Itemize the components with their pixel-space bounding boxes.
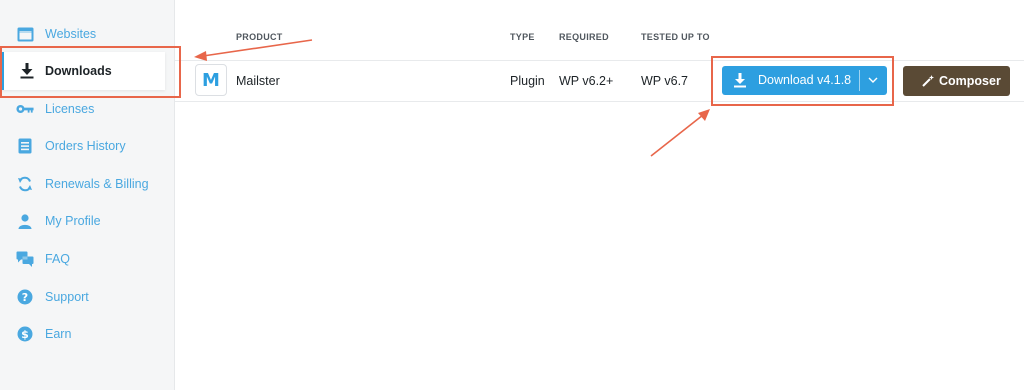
svg-text:$: $ [21, 328, 29, 341]
sidebar-item-faq[interactable]: FAQ [0, 241, 175, 277]
sidebar-item-label: Support [45, 290, 89, 304]
sidebar-item-label: Earn [45, 327, 72, 341]
download-icon [18, 62, 36, 80]
sidebar-item-renewals-billing[interactable]: Renewals & Billing [0, 166, 175, 202]
sidebar-item-licenses[interactable]: Licenses [0, 91, 175, 127]
document-list-icon [16, 137, 34, 155]
sidebar-item-label: Downloads [45, 64, 112, 78]
download-button[interactable]: Download v4.1.8 [722, 66, 887, 95]
button-separator [859, 70, 860, 91]
svg-text:?: ? [22, 291, 28, 304]
arrow-to-downloads [194, 39, 313, 61]
composer-label: Composer [939, 74, 1001, 88]
dollar-circle-icon: $ [16, 325, 34, 343]
sidebar-item-earn[interactable]: $ Earn [0, 316, 175, 352]
download-label: Download v4.1.8 [758, 73, 852, 87]
sidebar-item-label: Orders History [45, 139, 126, 153]
sidebar: Websites Downloads Licenses Orders Histo… [0, 0, 175, 390]
tested-version: WP v6.7 [641, 74, 689, 88]
column-header-required: REQUIRED [559, 32, 609, 42]
download-icon [734, 73, 746, 88]
magic-wand-icon [922, 75, 934, 87]
sidebar-item-websites[interactable]: Websites [0, 16, 175, 52]
chevron-down-icon[interactable] [866, 73, 880, 87]
sidebar-item-my-profile[interactable]: My Profile [0, 203, 175, 239]
sidebar-item-label: FAQ [45, 252, 71, 266]
column-header-type: TYPE [510, 32, 535, 42]
key-icon [16, 100, 34, 118]
browser-window-icon [16, 25, 34, 43]
sidebar-item-label: Renewals & Billing [45, 177, 149, 191]
mailster-logo: M [195, 64, 227, 96]
product-name: Mailster [236, 74, 280, 88]
chat-bubbles-icon [16, 250, 34, 268]
help-circle-icon: ? [16, 288, 34, 306]
arrow-to-download-button [650, 109, 710, 157]
product-type: Plugin [510, 74, 545, 88]
composer-button[interactable]: Composer [903, 66, 1010, 96]
column-header-product: PRODUCT [236, 32, 283, 42]
sidebar-item-support[interactable]: ? Support [0, 279, 175, 315]
sidebar-item-label: Websites [45, 27, 97, 41]
page: Websites Downloads Licenses Orders Histo… [0, 0, 1024, 390]
user-icon [16, 212, 34, 230]
refresh-icon [16, 175, 34, 193]
sidebar-item-label: My Profile [45, 214, 101, 228]
table-divider [175, 60, 1024, 61]
table-divider [175, 101, 1024, 102]
sidebar-item-downloads[interactable]: Downloads [0, 52, 165, 90]
column-header-tested: TESTED UP TO [641, 32, 710, 42]
required-version: WP v6.2+ [559, 74, 614, 88]
sidebar-item-label: Licenses [45, 102, 95, 116]
sidebar-item-orders-history[interactable]: Orders History [0, 128, 175, 164]
